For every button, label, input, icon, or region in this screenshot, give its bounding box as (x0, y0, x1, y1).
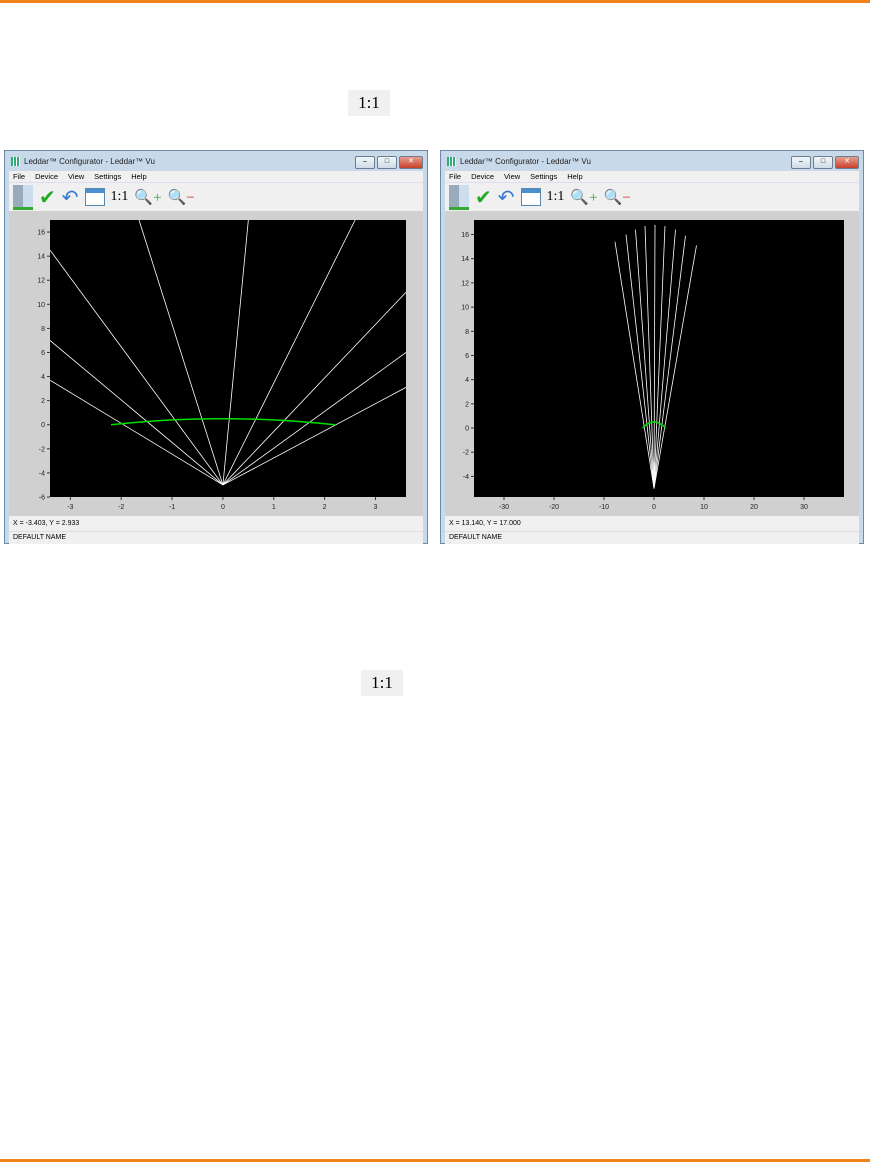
y-tick-label: 0 (465, 426, 469, 433)
menu-settings[interactable]: Settings (94, 171, 121, 182)
y-tick-label: 12 (461, 280, 469, 287)
x-tick-label: 10 (700, 504, 708, 511)
menu-bar: File Device View Settings Help (445, 171, 859, 182)
menu-file[interactable]: File (449, 171, 461, 182)
status-device-name: DEFAULT NAME (9, 531, 423, 544)
window-icon[interactable] (84, 188, 105, 206)
device-icon[interactable] (13, 184, 33, 210)
zoom-in-icon[interactable]: 🔍+ (570, 188, 597, 207)
y-tick-label: 14 (37, 254, 45, 261)
ratio-button[interactable]: 1:1 (111, 189, 129, 205)
plot-area[interactable]: -3 -2 -1 0 1 2 3 -6 -4 -2 0 2 4 6 8 10 12 14 16 (9, 211, 423, 516)
app-icon (11, 156, 20, 166)
y-tick-label: 14 (461, 256, 469, 263)
undo-icon[interactable]: ↶ (498, 185, 515, 210)
menu-device[interactable]: Device (471, 171, 494, 182)
y-tick-label: 10 (37, 302, 45, 309)
toolbar: ✔ ↶ 1:1 🔍+ 🔍− (445, 182, 859, 211)
close-button[interactable]: ✕ (399, 156, 423, 169)
top-rule (0, 0, 870, 3)
plot-svg[interactable]: -3 -2 -1 0 1 2 3-6-4-20246810121416 (9, 211, 425, 516)
x-tick-label: -20 (549, 504, 559, 511)
x-tick-label: -2 (118, 504, 124, 511)
status-device-name: DEFAULT NAME (445, 531, 859, 544)
device-icon[interactable] (449, 184, 469, 210)
y-tick-label: 8 (41, 326, 45, 333)
window-title: Leddar™ Configurator - Leddar™ Vu (460, 156, 591, 166)
x-tick-label: 30 (800, 504, 808, 511)
ratio-button[interactable]: 1:1 (547, 189, 565, 205)
plot-background (474, 220, 844, 497)
check-icon[interactable]: ✔ (475, 185, 492, 210)
menu-help[interactable]: Help (567, 171, 582, 182)
plot-svg[interactable]: -30 -20 -10 0 10 20 30-4-20246810121416 (445, 211, 861, 516)
zoom-out-icon[interactable]: 🔍− (604, 188, 631, 207)
zoom-in-icon[interactable]: 🔍+ (134, 188, 161, 207)
zoom-out-icon[interactable]: 🔍− (168, 188, 195, 207)
menu-view[interactable]: View (68, 171, 84, 182)
window-title: Leddar™ Configurator - Leddar™ Vu (24, 156, 155, 166)
y-tick-label: 0 (41, 422, 45, 429)
menu-bar: File Device View Settings Help (9, 171, 423, 182)
plot-background (50, 220, 406, 497)
ratio-button-icon: 1:1 (361, 670, 403, 696)
check-icon[interactable]: ✔ (39, 185, 56, 210)
minimize-button[interactable]: – (791, 156, 811, 169)
toolbar: ✔ ↶ 1:1 🔍+ 🔍− (9, 182, 423, 211)
window-icon[interactable] (520, 188, 541, 206)
y-tick-label: 16 (461, 232, 469, 239)
status-coords: X = -3.403, Y = 2.933 (9, 516, 423, 531)
ratio-button-icon: 1:1 (348, 90, 390, 116)
y-tick-label: 6 (465, 353, 469, 360)
undo-icon[interactable]: ↶ (62, 185, 79, 210)
menu-help[interactable]: Help (131, 171, 146, 182)
y-tick-label: 4 (41, 374, 45, 381)
x-tick-label: 3 (374, 504, 378, 511)
maximize-button[interactable]: □ (377, 156, 397, 169)
y-tick-label: -4 (39, 470, 45, 477)
y-tick-label: 2 (465, 401, 469, 408)
x-tick-label: 2 (323, 504, 327, 511)
menu-settings[interactable]: Settings (530, 171, 557, 182)
x-tick-label: -10 (599, 504, 609, 511)
y-tick-label: 8 (465, 329, 469, 336)
y-tick-label: 12 (37, 278, 45, 285)
y-tick-label: -4 (463, 474, 469, 481)
y-tick-label: 16 (37, 230, 45, 237)
app-window: Leddar™ Configurator - Leddar™ Vu – □ ✕ … (440, 150, 864, 544)
app-icon (447, 156, 456, 166)
y-tick-label: -2 (463, 450, 469, 457)
y-tick-label: -6 (39, 495, 45, 502)
x-tick-label: 0 (652, 504, 656, 511)
app-window: Leddar™ Configurator - Leddar™ Vu – □ ✕ … (4, 150, 428, 544)
menu-file[interactable]: File (13, 171, 25, 182)
y-tick-label: 6 (41, 350, 45, 357)
y-tick-label: 10 (461, 305, 469, 312)
status-coords: X = 13.140, Y = 17.000 (445, 516, 859, 531)
y-tick-label: -2 (39, 446, 45, 453)
close-button[interactable]: ✕ (835, 156, 859, 169)
bottom-rule (0, 1159, 870, 1162)
maximize-button[interactable]: □ (813, 156, 833, 169)
x-tick-label: 0 (221, 504, 225, 511)
x-tick-label: 1 (272, 504, 276, 511)
menu-view[interactable]: View (504, 171, 520, 182)
minimize-button[interactable]: – (355, 156, 375, 169)
x-tick-label: -30 (499, 504, 509, 511)
x-tick-label: 20 (750, 504, 758, 511)
plot-area[interactable]: -30 -20 -10 0 10 20 30 -4 -2 0 2 4 6 8 10 12 14 16 (445, 211, 859, 516)
x-tick-label: -1 (169, 504, 175, 511)
y-tick-label: 2 (41, 398, 45, 405)
x-tick-label: -3 (67, 504, 73, 511)
y-tick-label: 4 (465, 377, 469, 384)
menu-device[interactable]: Device (35, 171, 58, 182)
